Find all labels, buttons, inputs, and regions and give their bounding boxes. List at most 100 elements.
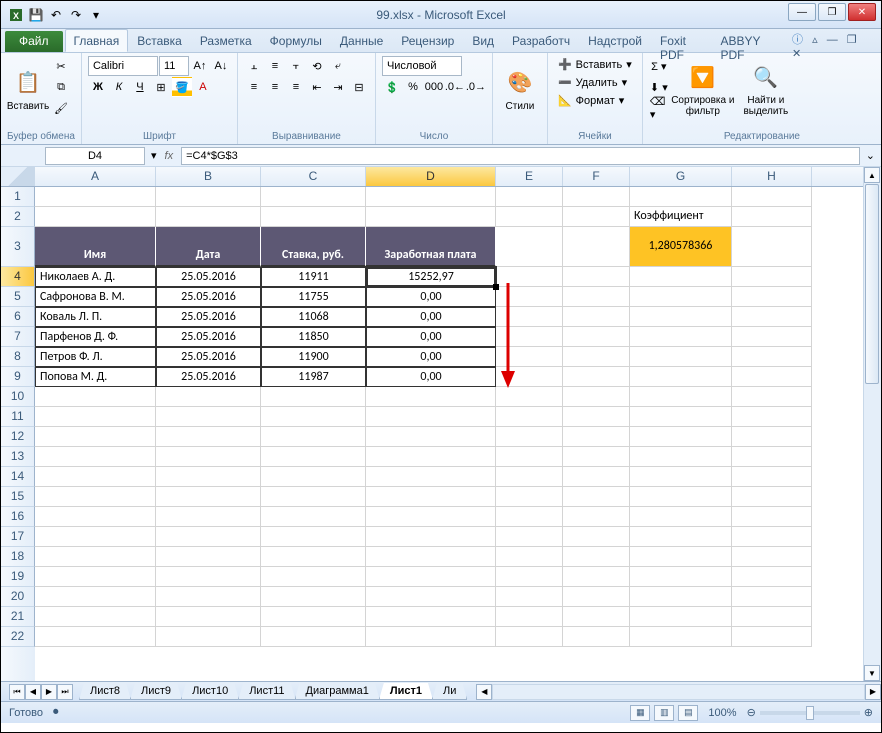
cell-salary-4[interactable]: 15252,97 xyxy=(366,267,496,287)
ribbon-tab-0[interactable]: Главная xyxy=(65,29,129,52)
copy-icon[interactable]: ⧉ xyxy=(51,77,71,97)
coef-label-cell[interactable]: Коэффициент xyxy=(630,207,732,227)
row-header-13[interactable]: 13 xyxy=(1,447,35,467)
doc-minimize-icon[interactable]: ― xyxy=(827,34,838,46)
row-header-14[interactable]: 14 xyxy=(1,467,35,487)
scroll-down-icon[interactable]: ▼ xyxy=(864,665,880,681)
coef-value-cell[interactable]: 1,280578366 xyxy=(630,227,732,267)
row-header-11[interactable]: 11 xyxy=(1,407,35,427)
underline-button[interactable]: Ч xyxy=(130,77,150,97)
font-color-button[interactable]: A xyxy=(193,77,213,97)
delete-cells-button[interactable]: ➖Удалить ▾ xyxy=(554,74,631,91)
undo-icon[interactable]: ↶ xyxy=(47,6,65,24)
row-header-5[interactable]: 5 xyxy=(1,287,35,307)
paste-button[interactable]: 📋 Вставить xyxy=(7,56,49,122)
macro-record-icon[interactable]: ⏺ xyxy=(53,706,59,719)
row-header-2[interactable]: 2 xyxy=(1,207,35,227)
col-header-E[interactable]: E xyxy=(496,167,563,186)
font-size-combo[interactable]: 11 xyxy=(159,56,189,76)
name-box-dropdown-icon[interactable]: ▾ xyxy=(151,149,157,162)
orientation-icon[interactable]: ⟲ xyxy=(307,56,327,76)
row-header-8[interactable]: 8 xyxy=(1,347,35,367)
cell-rate-6[interactable]: 11068 xyxy=(261,307,366,327)
sheet-tab-3[interactable]: Лист11 xyxy=(238,683,295,700)
sheet-tab-0[interactable]: Лист8 xyxy=(79,683,131,700)
formula-expand-icon[interactable]: ⌄ xyxy=(860,149,881,162)
decrease-indent-icon[interactable]: ⇤ xyxy=(307,77,327,97)
cell-salary-7[interactable]: 0,00 xyxy=(366,327,496,347)
bold-button[interactable]: Ж xyxy=(88,77,108,97)
italic-button[interactable]: К xyxy=(109,77,129,97)
cell-date-9[interactable]: 25.05.2016 xyxy=(156,367,261,387)
ribbon-tab-7[interactable]: Разработч xyxy=(503,29,579,52)
row-header-12[interactable]: 12 xyxy=(1,427,35,447)
row-header-22[interactable]: 22 xyxy=(1,627,35,647)
find-select-button[interactable]: 🔍 Найти и выделить xyxy=(737,56,795,122)
col-header-G[interactable]: G xyxy=(630,167,732,186)
select-all-button[interactable] xyxy=(1,167,35,186)
sheet-tab-6[interactable]: Ли xyxy=(432,683,467,700)
nav-first-icon[interactable]: ⏮ xyxy=(9,684,25,700)
cell-salary-8[interactable]: 0,00 xyxy=(366,347,496,367)
cells-area[interactable]: Коэффициент1,280578366ИмяДатаСтавка, руб… xyxy=(35,187,881,681)
cell-salary-6[interactable]: 0,00 xyxy=(366,307,496,327)
row-header-18[interactable]: 18 xyxy=(1,547,35,567)
doc-restore-icon[interactable]: ❐ xyxy=(847,34,857,46)
vertical-scrollbar[interactable]: ▲ ▼ xyxy=(863,167,881,681)
cell-name-8[interactable]: Петров Ф. Л. xyxy=(35,347,156,367)
ribbon-tab-9[interactable]: Foxit PDF xyxy=(651,29,712,52)
row-header-15[interactable]: 15 xyxy=(1,487,35,507)
currency-icon[interactable]: 💲 xyxy=(382,77,402,97)
cell-salary-5[interactable]: 0,00 xyxy=(366,287,496,307)
hscroll-left-icon[interactable]: ◀ xyxy=(476,684,492,700)
col-header-H[interactable]: H xyxy=(732,167,812,186)
col-header-A[interactable]: A xyxy=(35,167,156,186)
autosum-icon[interactable]: Σ ▾ xyxy=(649,56,669,76)
align-bottom-icon[interactable]: ⫟ xyxy=(286,56,306,76)
hscroll-right-icon[interactable]: ▶ xyxy=(865,684,881,700)
comma-icon[interactable]: 000 xyxy=(424,77,444,97)
align-middle-icon[interactable]: ≡ xyxy=(265,56,285,76)
sort-filter-button[interactable]: 🔽 Сортировка и фильтр xyxy=(671,56,735,122)
row-header-3[interactable]: 3 xyxy=(1,227,35,267)
align-right-icon[interactable]: ≡ xyxy=(286,77,306,97)
cell-rate-7[interactable]: 11850 xyxy=(261,327,366,347)
minimize-button[interactable]: ― xyxy=(788,3,816,21)
table-header-0[interactable]: Имя xyxy=(35,227,156,267)
file-tab[interactable]: Файл xyxy=(5,31,63,52)
row-header-7[interactable]: 7 xyxy=(1,327,35,347)
formula-input[interactable] xyxy=(181,147,860,165)
zoom-slider[interactable] xyxy=(760,711,860,715)
cell-date-4[interactable]: 25.05.2016 xyxy=(156,267,261,287)
zoom-out-button[interactable]: ⊖ xyxy=(747,706,756,719)
cell-date-8[interactable]: 25.05.2016 xyxy=(156,347,261,367)
row-header-6[interactable]: 6 xyxy=(1,307,35,327)
zoom-in-button[interactable]: ⊕ xyxy=(864,706,873,719)
cell-salary-9[interactable]: 0,00 xyxy=(366,367,496,387)
scroll-thumb[interactable] xyxy=(865,184,879,384)
cell-rate-9[interactable]: 11987 xyxy=(261,367,366,387)
decrease-decimal-icon[interactable]: .0→ xyxy=(466,77,486,97)
nav-prev-icon[interactable]: ◀ xyxy=(25,684,41,700)
cell-name-7[interactable]: Парфенов Д. Ф. xyxy=(35,327,156,347)
ribbon-tab-3[interactable]: Формулы xyxy=(261,29,331,52)
nav-last-icon[interactable]: ⏭ xyxy=(57,684,73,700)
row-header-19[interactable]: 19 xyxy=(1,567,35,587)
cell-rate-4[interactable]: 11911 xyxy=(261,267,366,287)
font-name-combo[interactable]: Calibri xyxy=(88,56,158,76)
cell-date-7[interactable]: 25.05.2016 xyxy=(156,327,261,347)
cut-icon[interactable]: ✂ xyxy=(51,56,71,76)
col-header-C[interactable]: C xyxy=(261,167,366,186)
fill-color-button[interactable]: 🪣 xyxy=(172,77,192,97)
cell-date-5[interactable]: 25.05.2016 xyxy=(156,287,261,307)
sheet-tab-5[interactable]: Лист1 xyxy=(379,683,433,700)
name-box[interactable]: D4 xyxy=(45,147,145,165)
cell-name-5[interactable]: Сафронова В. М. xyxy=(35,287,156,307)
row-header-17[interactable]: 17 xyxy=(1,527,35,547)
row-header-4[interactable]: 4 xyxy=(1,267,35,287)
fill-handle[interactable] xyxy=(493,284,499,290)
ribbon-tab-4[interactable]: Данные xyxy=(331,29,392,52)
number-format-combo[interactable]: Числовой xyxy=(382,56,462,76)
increase-decimal-icon[interactable]: .0← xyxy=(445,77,465,97)
cell-name-9[interactable]: Попова М. Д. xyxy=(35,367,156,387)
